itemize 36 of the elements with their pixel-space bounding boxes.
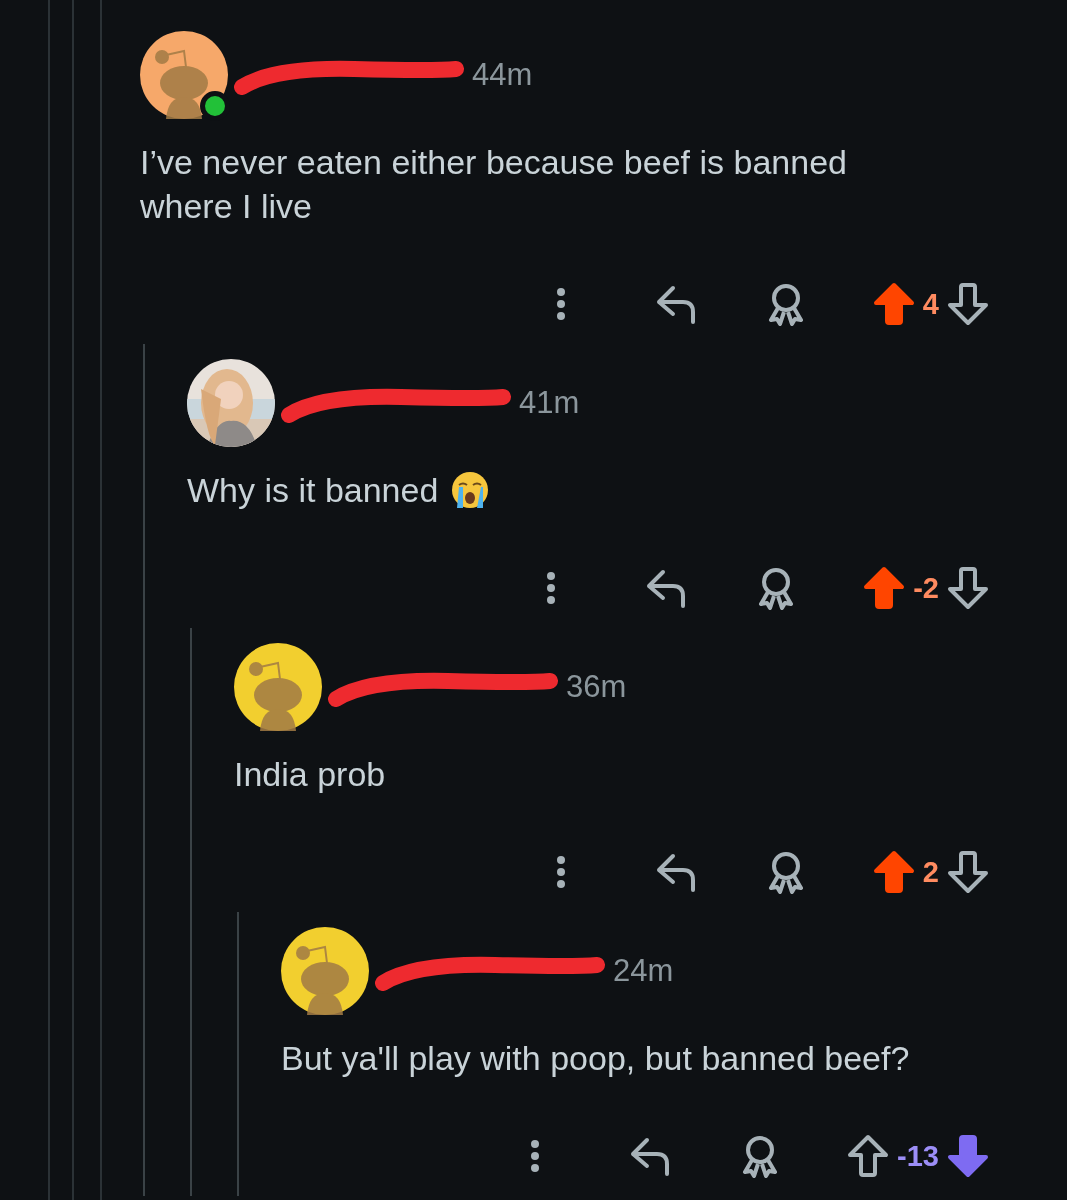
vote-score: 4 <box>922 287 939 321</box>
upvote-icon <box>863 566 906 610</box>
comment-time: 24m <box>613 953 674 989</box>
downvote-button[interactable] <box>947 566 989 610</box>
more-options-icon <box>545 570 558 606</box>
comment-text: I’ve never eaten either because beef is banned where I live <box>140 142 848 227</box>
upvote-icon <box>872 850 915 894</box>
more-options-icon <box>529 1138 542 1174</box>
comment-text: But ya'll play with poop, but banned beef? <box>281 1038 910 1079</box>
more-options-button[interactable] <box>554 286 567 322</box>
downvote-button[interactable] <box>947 1134 989 1178</box>
comment-time: 44m <box>472 57 533 93</box>
upvote-icon <box>872 282 915 326</box>
comment-text: Why is it banned <box>187 470 439 511</box>
downvote-icon <box>947 850 989 894</box>
more-options-icon <box>554 854 567 890</box>
downvote-button[interactable] <box>947 850 989 894</box>
upvote-button[interactable] <box>863 566 906 610</box>
downvote-icon <box>947 566 989 610</box>
upvote-button[interactable] <box>872 282 915 326</box>
more-options-button[interactable] <box>529 1138 542 1174</box>
vote-score: 2 <box>922 855 939 889</box>
upvote-button[interactable] <box>872 850 915 894</box>
vote-score: -2 <box>913 571 939 605</box>
comment-text: India prob <box>234 754 386 795</box>
more-options-button[interactable] <box>554 854 567 890</box>
comment-time: 36m <box>566 669 627 705</box>
vote-score: -13 <box>897 1139 939 1173</box>
downvote-icon <box>947 282 989 326</box>
upvote-icon <box>847 1134 890 1178</box>
more-options-button[interactable] <box>545 570 558 606</box>
upvote-button[interactable] <box>847 1134 890 1178</box>
more-options-icon <box>554 286 567 322</box>
downvote-button[interactable] <box>947 282 989 326</box>
downvote-icon <box>947 1134 989 1178</box>
comment-time: 41m <box>519 385 580 421</box>
